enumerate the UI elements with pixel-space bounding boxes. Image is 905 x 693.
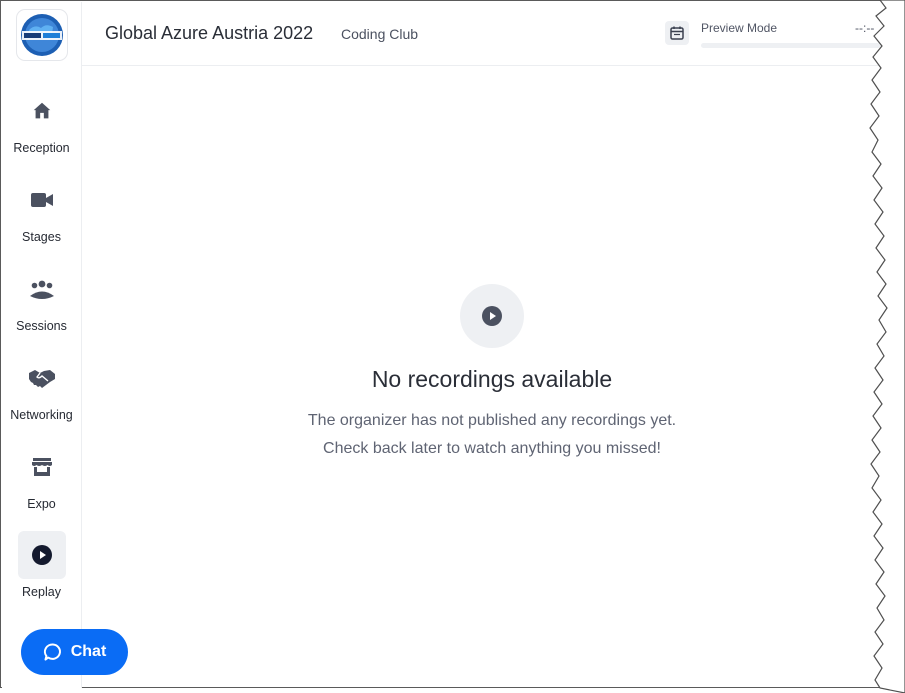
- preview-mode-label: Preview Mode: [701, 21, 778, 35]
- home-icon: [18, 87, 66, 135]
- sidebar-item-stages[interactable]: Stages: [2, 176, 81, 256]
- calendar-button[interactable]: [665, 21, 689, 45]
- sidebar-item-networking[interactable]: Networking: [2, 354, 81, 434]
- handshake-icon: [18, 354, 66, 402]
- empty-state: No recordings available The organizer ha…: [81, 284, 903, 463]
- top-header: Global Azure Austria 2022 Coding Club Pr…: [82, 2, 881, 66]
- group-icon: [18, 265, 66, 313]
- sidebar-item-label: Stages: [22, 230, 61, 244]
- chat-button-label: Chat: [70, 643, 107, 660]
- empty-state-title: No recordings available: [371, 366, 613, 392]
- sidebar-item-label: Networking: [10, 408, 73, 422]
- global-azure-logo-icon: [21, 14, 63, 56]
- play-circle-icon: [482, 306, 502, 326]
- sidebar-item-sessions[interactable]: Sessions: [2, 265, 81, 345]
- organizer-link[interactable]: Coding Club: [341, 26, 418, 42]
- torn-edge: [869, 0, 905, 693]
- chat-bubble-icon: [43, 643, 61, 661]
- play-circle-icon: [17, 531, 66, 579]
- sidebar-item-expo[interactable]: Expo: [2, 443, 81, 523]
- sidebar-item-label: Expo: [27, 497, 56, 511]
- empty-state-line: Check back later to watch anything you m…: [323, 440, 661, 457]
- sidebar-item-label: Replay: [22, 585, 61, 599]
- sidebar: Reception Stages Sessions Networking Exp…: [2, 2, 82, 688]
- calendar-icon: [670, 26, 684, 40]
- empty-state-description: The organizer has not published any reco…: [81, 407, 903, 463]
- sidebar-item-label: Sessions: [16, 319, 67, 333]
- event-logo[interactable]: [17, 10, 67, 60]
- sidebar-item-label: Reception: [13, 141, 70, 155]
- empty-state-badge: [460, 284, 524, 348]
- sidebar-item-replay[interactable]: Replay: [2, 531, 81, 611]
- chat-button[interactable]: Chat: [21, 629, 128, 675]
- preview-progress-bar: [701, 43, 881, 48]
- sidebar-item-reception[interactable]: Reception: [2, 87, 81, 167]
- event-title: Global Azure Austria 2022: [105, 23, 314, 43]
- empty-state-line: The organizer has not published any reco…: [307, 412, 677, 429]
- video-camera-icon: [18, 176, 66, 224]
- store-icon: [18, 443, 66, 491]
